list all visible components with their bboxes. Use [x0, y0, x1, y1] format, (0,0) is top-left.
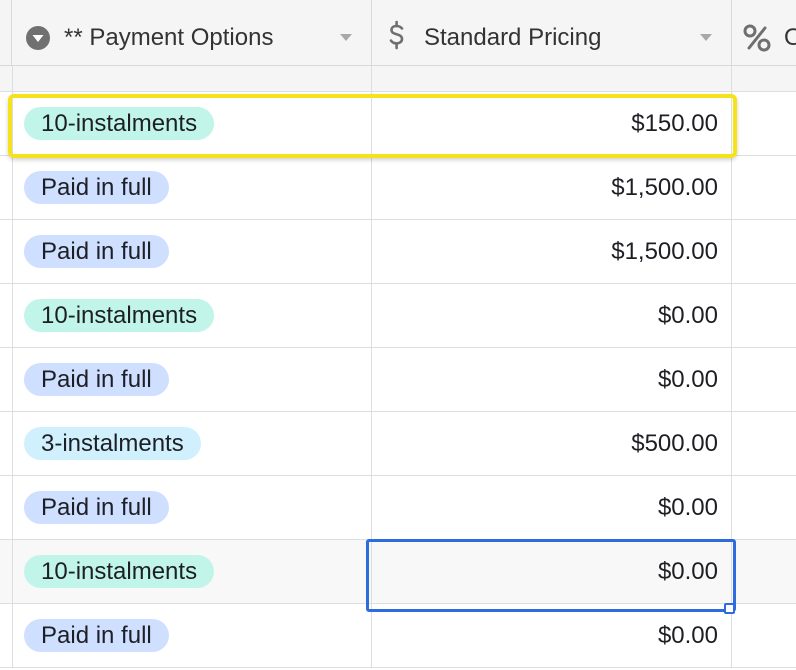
option-pill: 10-instalments — [24, 555, 215, 588]
option-pill: Paid in full — [24, 171, 169, 204]
price-cell[interactable]: $0.00 — [372, 364, 718, 396]
price-cell[interactable]: $1,500.00 — [372, 172, 718, 204]
currency-field-icon — [384, 20, 410, 57]
table-row[interactable]: 10-instalments $0.00 — [0, 284, 796, 348]
option-pill: Paid in full — [24, 491, 169, 524]
column-header-standard-pricing[interactable]: Standard Pricing — [372, 0, 732, 66]
row-number-header — [0, 0, 12, 66]
option-pill: Paid in full — [24, 619, 169, 652]
column-header-label: O — [784, 24, 796, 51]
column-header-label: ** Payment Options — [64, 24, 274, 51]
percent-field-icon — [743, 24, 771, 57]
table-row[interactable]: 3-instalments $500.00 — [0, 412, 796, 476]
table-row[interactable]: Paid in full $0.00 — [0, 476, 796, 540]
table-row[interactable]: Paid in full $1,500.00 — [0, 220, 796, 284]
selected-cell-outline[interactable] — [366, 539, 736, 612]
option-pill: 3-instalments — [24, 427, 201, 460]
price-cell[interactable]: $0.00 — [372, 300, 718, 332]
table-row[interactable]: Paid in full $1,500.00 — [0, 156, 796, 220]
highlighted-row-outline — [8, 94, 737, 158]
table-row[interactable]: Paid in full $0.00 — [0, 348, 796, 412]
price-cell[interactable]: $0.00 — [372, 492, 718, 524]
price-cell[interactable]: $0.00 — [372, 620, 718, 652]
price-cell[interactable]: $500.00 — [372, 428, 718, 460]
option-pill: Paid in full — [24, 235, 169, 268]
chevron-down-icon[interactable] — [340, 34, 352, 41]
table-row[interactable]: Paid in full $0.00 — [0, 604, 796, 668]
single-select-field-icon — [25, 25, 51, 56]
column-header-label: Standard Pricing — [424, 24, 602, 51]
chevron-down-icon[interactable] — [700, 34, 712, 41]
column-header-partial[interactable]: O — [732, 0, 796, 66]
column-header-payment-options[interactable]: ** Payment Options — [12, 0, 372, 66]
fill-handle[interactable] — [724, 603, 735, 614]
option-pill: Paid in full — [24, 363, 169, 396]
option-pill: 10-instalments — [24, 299, 215, 332]
price-cell[interactable]: $1,500.00 — [372, 236, 718, 268]
grid-header: ** Payment Options Standard Pricing O — [0, 0, 796, 66]
header-spacer-row — [0, 66, 796, 92]
